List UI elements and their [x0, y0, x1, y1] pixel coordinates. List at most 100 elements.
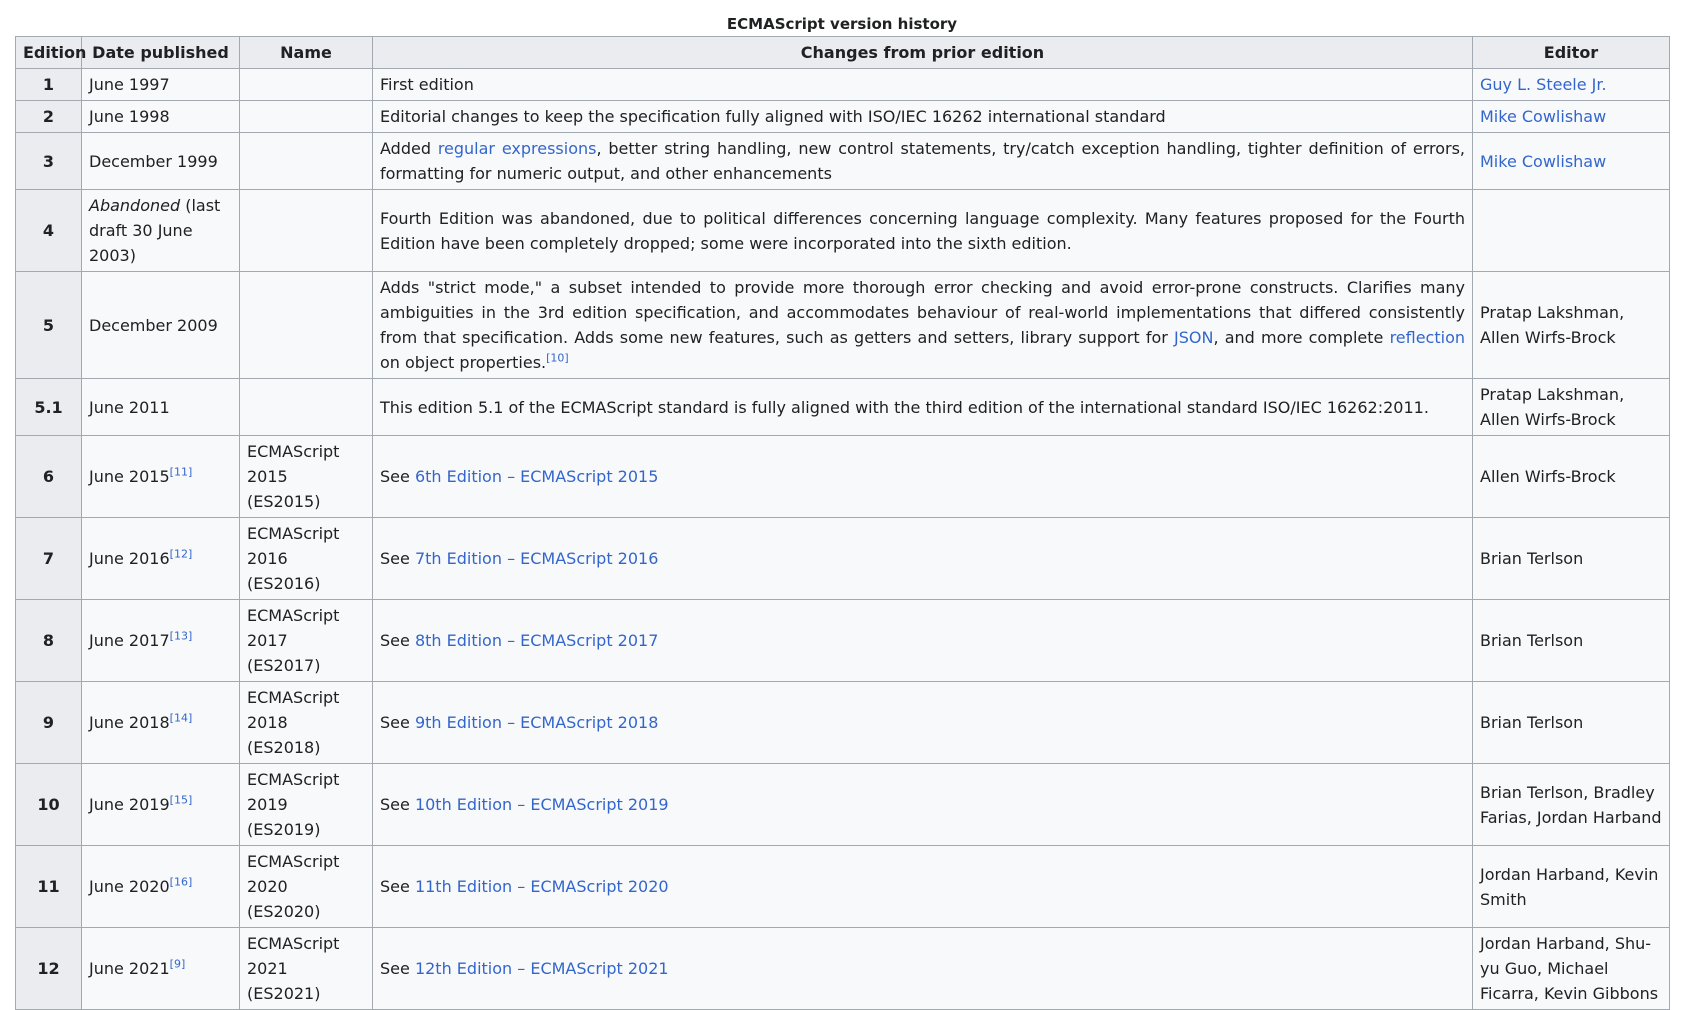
- reference-link[interactable]: [10]: [546, 352, 569, 365]
- date-cell: June 2019[15]: [81, 763, 240, 846]
- edition-cell: 5: [15, 271, 82, 379]
- date-cell: June 2017[13]: [81, 599, 240, 682]
- header-editor[interactable]: Editor: [1472, 36, 1670, 69]
- edition-cell: 1: [15, 68, 82, 101]
- name-cell: ECMAScript 2018 (ES2018): [239, 681, 373, 764]
- date-cell: June 1997: [81, 68, 240, 101]
- reference-link[interactable]: [11]: [170, 466, 193, 479]
- name-cell: [239, 132, 373, 190]
- editor-link[interactable]: Mike Cowlishaw: [1480, 107, 1606, 126]
- reflection-link[interactable]: reflection: [1390, 328, 1465, 347]
- name-cell: ECMAScript 2021 (ES2021): [239, 927, 373, 1010]
- date-text: June 2020: [89, 877, 170, 896]
- date-text: June 2015: [89, 467, 170, 486]
- header-changes[interactable]: Changes from prior edition: [372, 36, 1473, 69]
- table-row: 6 June 2015[11] ECMAScript 2015 (ES2015)…: [15, 435, 1670, 518]
- editor-cell: Brian Terlson: [1472, 517, 1670, 600]
- date-text: June 2017: [89, 631, 170, 650]
- regular-expressions-link[interactable]: regular expressions: [438, 139, 597, 158]
- date-cell: Abandoned (last draft 30 June 2003): [81, 189, 240, 272]
- name-cell: ECMAScript 2019 (ES2019): [239, 763, 373, 846]
- table-row: 3 December 1999 Added regular expression…: [15, 132, 1670, 190]
- date-text: June 2016: [89, 549, 170, 568]
- table-row: 1 June 1997 First edition Guy L. Steele …: [15, 68, 1670, 101]
- table-row: 4 Abandoned (last draft 30 June 2003) Fo…: [15, 189, 1670, 272]
- date-cell: June 2020[16]: [81, 845, 240, 928]
- edition-cell: 4: [15, 189, 82, 272]
- editor-link[interactable]: Guy L. Steele Jr.: [1480, 75, 1607, 94]
- edition-spec-link[interactable]: 11th Edition – ECMAScript 2020: [415, 877, 669, 896]
- table-row: 8 June 2017[13] ECMAScript 2017 (ES2017)…: [15, 599, 1670, 682]
- name-cell: ECMAScript 2015 (ES2015): [239, 435, 373, 518]
- see-label: See: [380, 467, 415, 486]
- json-link[interactable]: JSON: [1174, 328, 1213, 347]
- see-label: See: [380, 877, 415, 896]
- edition-spec-link[interactable]: 12th Edition – ECMAScript 2021: [415, 959, 669, 978]
- reference-link[interactable]: [9]: [170, 958, 186, 971]
- edition-cell: 5.1: [15, 378, 82, 436]
- table-row: 2 June 1998 Editorial changes to keep th…: [15, 100, 1670, 133]
- table-row: 7 June 2016[12] ECMAScript 2016 (ES2016)…: [15, 517, 1670, 600]
- version-history-table: Edition Date published Name Changes from…: [15, 36, 1670, 1010]
- editor-link[interactable]: Mike Cowlishaw: [1480, 152, 1606, 171]
- editor-cell: [1472, 189, 1670, 272]
- table-row: 9 June 2018[14] ECMAScript 2018 (ES2018)…: [15, 681, 1670, 764]
- header-edition[interactable]: Edition: [15, 36, 86, 69]
- changes-cell: See 7th Edition – ECMAScript 2016: [372, 517, 1473, 600]
- editor-cell: Guy L. Steele Jr.: [1472, 68, 1670, 101]
- table-row: 5.1 June 2011 This edition 5.1 of the EC…: [15, 378, 1670, 436]
- edition-cell: 12: [15, 927, 82, 1010]
- editor-cell: Mike Cowlishaw: [1472, 132, 1670, 190]
- name-cell: [239, 189, 373, 272]
- reference-link[interactable]: [16]: [170, 876, 193, 889]
- editor-cell: Brian Terlson, Bradley Farias, Jordan Ha…: [1472, 763, 1670, 846]
- editor-cell: Allen Wirfs-Brock: [1472, 435, 1670, 518]
- table-row: 11 June 2020[16] ECMAScript 2020 (ES2020…: [15, 845, 1670, 928]
- see-label: See: [380, 795, 415, 814]
- table-row: 10 June 2019[15] ECMAScript 2019 (ES2019…: [15, 763, 1670, 846]
- changes-cell: See 8th Edition – ECMAScript 2017: [372, 599, 1473, 682]
- edition-cell: 3: [15, 132, 82, 190]
- edition-cell: 8: [15, 599, 82, 682]
- name-cell: ECMAScript 2016 (ES2016): [239, 517, 373, 600]
- edition-spec-link[interactable]: 10th Edition – ECMAScript 2019: [415, 795, 669, 814]
- date-cell: June 1998: [81, 100, 240, 133]
- table-header-row: Edition Date published Name Changes from…: [15, 36, 1670, 69]
- see-label: See: [380, 549, 415, 568]
- reference-link[interactable]: [15]: [170, 794, 193, 807]
- date-cell: June 2011: [81, 378, 240, 436]
- editor-cell: Jordan Harband, Shu-yu Guo, Michael Fica…: [1472, 927, 1670, 1010]
- changes-text: on object properties.: [380, 353, 547, 372]
- editor-cell: Brian Terlson: [1472, 599, 1670, 682]
- edition-cell: 10: [15, 763, 82, 846]
- changes-cell: Adds "strict mode," a subset intended to…: [372, 271, 1473, 379]
- name-cell: [239, 271, 373, 379]
- edition-spec-link[interactable]: 9th Edition – ECMAScript 2018: [415, 713, 658, 732]
- changes-cell: This edition 5.1 of the ECMAScript stand…: [372, 378, 1473, 436]
- changes-cell: See 6th Edition – ECMAScript 2015: [372, 435, 1473, 518]
- reference-link[interactable]: [13]: [170, 630, 193, 643]
- editor-cell: Pratap Lakshman, Allen Wirfs-Brock: [1472, 271, 1670, 379]
- header-date-published[interactable]: Date published: [81, 36, 240, 69]
- reference-link[interactable]: [12]: [170, 548, 193, 561]
- changes-cell: See 12th Edition – ECMAScript 2021: [372, 927, 1473, 1010]
- date-text: June 2021: [89, 959, 170, 978]
- date-cell: June 2021[9]: [81, 927, 240, 1010]
- edition-spec-link[interactable]: 7th Edition – ECMAScript 2016: [415, 549, 658, 568]
- date-cell: December 2009: [81, 271, 240, 379]
- reference-link[interactable]: [14]: [170, 712, 193, 725]
- changes-cell: First edition: [372, 68, 1473, 101]
- date-cell: December 1999: [81, 132, 240, 190]
- edition-spec-link[interactable]: 8th Edition – ECMAScript 2017: [415, 631, 658, 650]
- editor-cell: Brian Terlson: [1472, 681, 1670, 764]
- date-text: June 2018: [89, 713, 170, 732]
- date-cell: June 2015[11]: [81, 435, 240, 518]
- edition-spec-link[interactable]: 6th Edition – ECMAScript 2015: [415, 467, 658, 486]
- table-row: 12 June 2021[9] ECMAScript 2021 (ES2021)…: [15, 927, 1670, 1010]
- see-label: See: [380, 631, 415, 650]
- table-row: 5 December 2009 Adds "strict mode," a su…: [15, 271, 1670, 379]
- abandoned-label: Abandoned: [89, 196, 181, 215]
- header-name[interactable]: Name: [239, 36, 373, 69]
- date-cell: June 2018[14]: [81, 681, 240, 764]
- changes-cell: Editorial changes to keep the specificat…: [372, 100, 1473, 133]
